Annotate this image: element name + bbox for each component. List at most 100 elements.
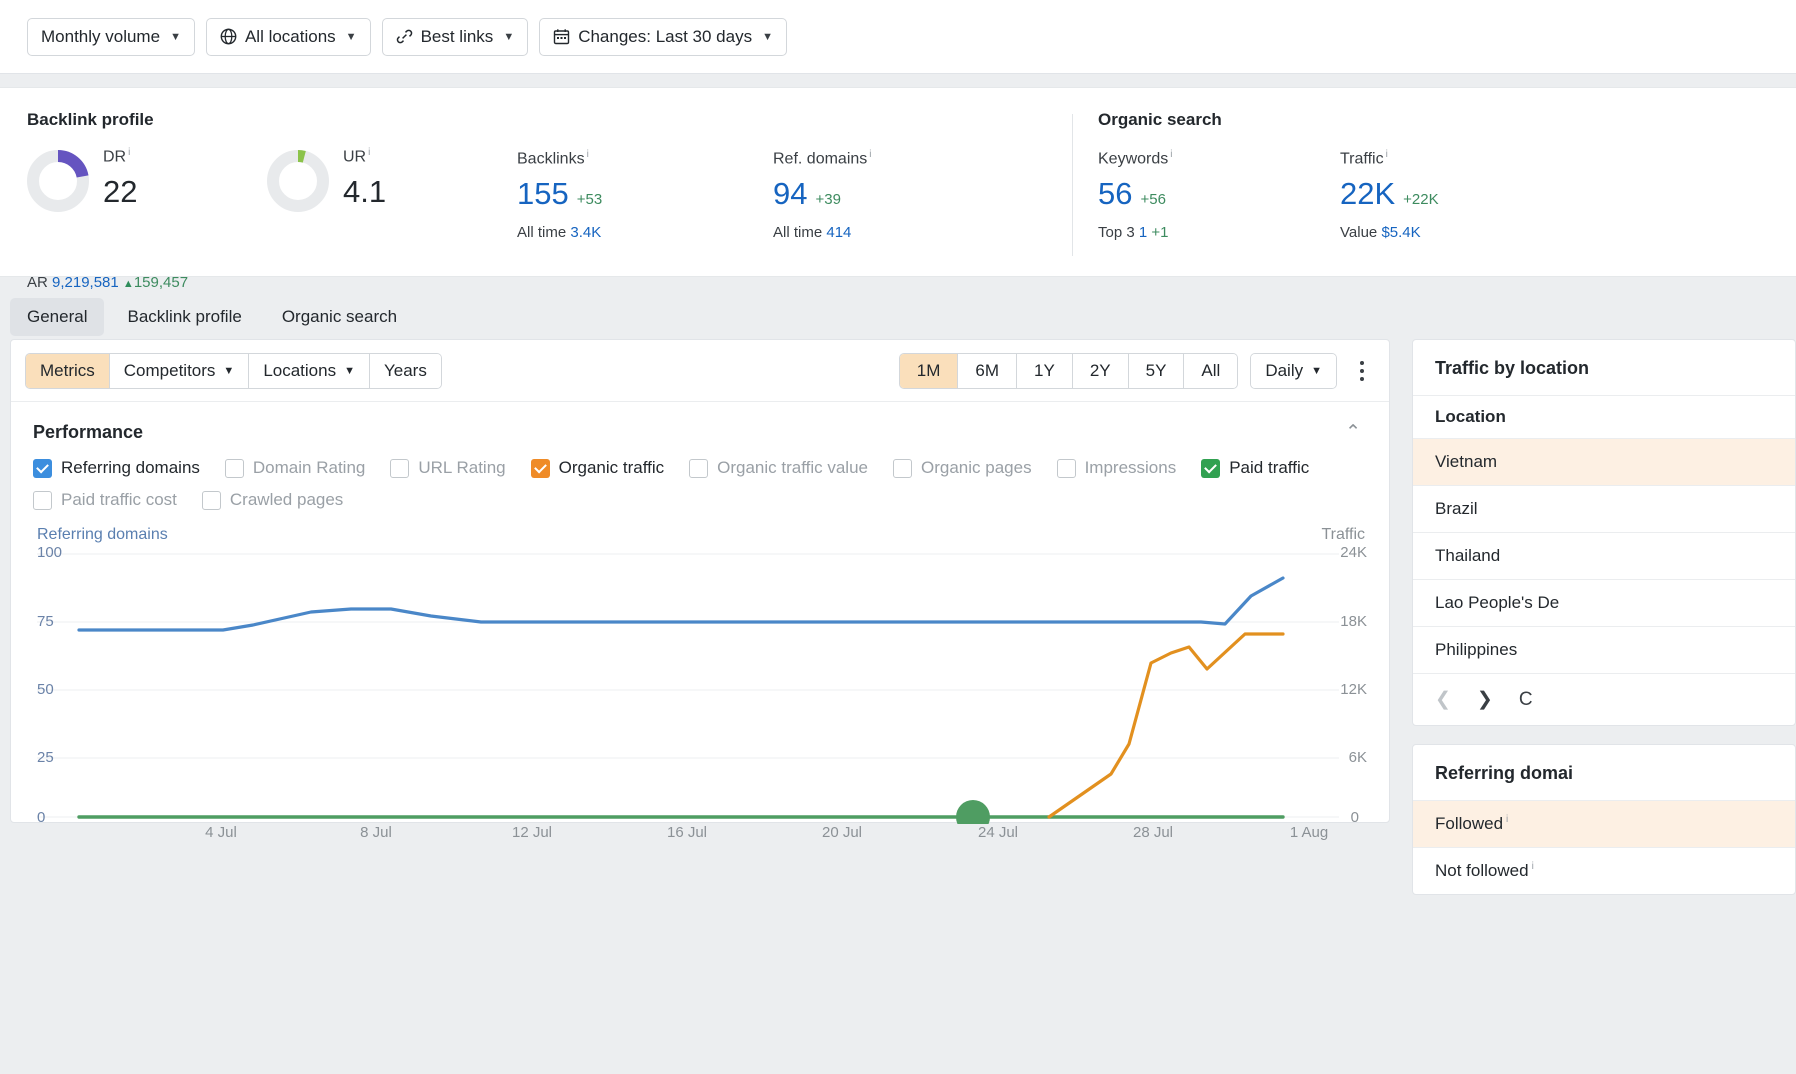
info-icon[interactable]: i [869, 149, 871, 160]
chevron-up-icon[interactable]: ⌃ [1345, 421, 1367, 444]
checkbox-url-rating[interactable] [390, 458, 410, 478]
ref-domains-alltime: All time 414 [773, 223, 852, 241]
y-left-tick-0: 0 [37, 809, 46, 826]
legend-crawled-pages[interactable]: Crawled pages [201, 490, 343, 510]
granularity-select[interactable]: Daily ▼ [1250, 352, 1337, 389]
range-1y[interactable]: 1Y [1017, 353, 1073, 388]
keywords-value-row: 56 +56 [1098, 176, 1340, 212]
chart-view-years[interactable]: Years [369, 353, 441, 388]
location-row-lao[interactable]: Lao People's De [1413, 579, 1795, 626]
chart-view-competitors[interactable]: Competitors ▼ [109, 353, 250, 388]
kebab-menu-icon[interactable] [1349, 356, 1375, 386]
checkbox-organic-traffic[interactable] [530, 458, 550, 478]
performance-column: Metrics Competitors ▼ Locations ▼ Years 1M… [10, 339, 1390, 841]
legend-organic-traffic[interactable]: Organic traffic [530, 458, 664, 478]
changes-period-filter[interactable]: Changes: Last 30 days ▼ [539, 17, 787, 56]
checkbox-organic-pages[interactable] [893, 458, 912, 478]
checkbox-paid-traffic-cost[interactable] [33, 490, 52, 510]
keywords-delta: +56 [1140, 191, 1166, 209]
traffic-metric: Traffic i 22K +22K Value $5.4K [1340, 148, 1590, 241]
legend-organic-pages[interactable]: Organic pages [893, 458, 1032, 478]
legend-impressions[interactable]: Impressions [1056, 458, 1176, 478]
chart-view-locations[interactable]: Locations ▼ [249, 353, 370, 388]
section-tabs: General Backlink profile Organic search [0, 277, 1796, 339]
checkbox-crawled-pages[interactable] [201, 490, 221, 510]
location-row-philippines[interactable]: Philippines [1413, 626, 1795, 673]
checkbox-impressions[interactable] [1056, 458, 1076, 478]
link-icon [396, 28, 413, 45]
best-links-filter[interactable]: Best links ▼ [381, 17, 529, 56]
ref-domains-value[interactable]: 94 [773, 176, 807, 212]
info-icon[interactable]: i [368, 147, 370, 158]
checkbox-domain-rating[interactable] [224, 458, 244, 478]
y-right-tick-12k: 12K [1340, 681, 1367, 698]
all-locations-label: All locations [244, 26, 336, 46]
legend-url-rating[interactable]: URL Rating [390, 458, 506, 478]
info-icon[interactable]: i [1532, 861, 1534, 872]
info-icon[interactable]: i [128, 147, 130, 158]
location-column-header: Location [1413, 395, 1795, 438]
referring-row-not-followed[interactable]: Not followed i [1413, 847, 1795, 894]
legend-organic-traffic-value[interactable]: Organic traffic value [689, 458, 868, 478]
location-pager-more[interactable]: C [1519, 689, 1533, 711]
legend-referring-domains[interactable]: Referring domains [33, 458, 200, 478]
granularity-label: Daily [1265, 360, 1304, 380]
chart-toolbar: Metrics Competitors ▼ Locations ▼ Years 1M… [11, 340, 1389, 402]
chart-view-metrics[interactable]: Metrics [26, 353, 110, 388]
info-icon[interactable]: i [1386, 149, 1388, 160]
tab-general[interactable]: General [10, 297, 105, 336]
ar-metric: AR 9,219,581 ▲159,457 [27, 274, 189, 291]
tab-backlink-profile[interactable]: Backlink profile [110, 298, 258, 336]
ref-domains-value-row: 94 +39 [773, 176, 1029, 212]
range-1m[interactable]: 1M [899, 353, 959, 388]
performance-chart[interactable]: 100 75 50 25 0 24K 18K 12K 6K 0 4 Jul 8 … [11, 544, 1389, 841]
range-all[interactable]: All [1184, 353, 1238, 388]
referring-row-followed[interactable]: Followed i [1413, 800, 1795, 847]
x-tick-1: 8 Jul [360, 824, 392, 841]
organic-search-title: Organic search [1098, 110, 1222, 129]
keywords-label: Keywords i [1098, 149, 1173, 168]
range-6m[interactable]: 6M [958, 353, 1018, 388]
ref-domains-label: Ref. domains i [773, 149, 872, 168]
chevron-right-icon[interactable]: ❯ [1477, 688, 1493, 711]
backlinks-value-row: 155 +53 [517, 176, 773, 212]
info-icon[interactable]: i [1506, 814, 1508, 825]
range-2y[interactable]: 2Y [1072, 353, 1129, 388]
monthly-volume-filter[interactable]: Monthly volume ▼ [27, 17, 195, 56]
backlinks-metric: Backlinks i 155 +53 All time 3.4K [517, 148, 773, 241]
time-range-segmented: 1M 6M 1Y 2Y 5Y All [898, 352, 1239, 389]
dr-value: 22 [103, 174, 138, 210]
top-filter-bar: Monthly volume ▼ All locations ▼ Best li… [0, 0, 1796, 74]
location-row-vietnam[interactable]: Vietnam [1413, 438, 1795, 485]
all-locations-filter[interactable]: All locations ▼ [205, 17, 371, 56]
chevron-down-icon: ▼ [170, 30, 181, 43]
axis-captions: Referring domains Traffic [11, 510, 1389, 544]
legend-paid-traffic-cost[interactable]: Paid traffic cost [33, 490, 177, 510]
checkbox-paid-traffic[interactable] [1201, 458, 1221, 478]
performance-panel: Metrics Competitors ▼ Locations ▼ Years 1M… [10, 339, 1390, 841]
checkbox-organic-traffic-value[interactable] [689, 458, 709, 478]
legend-paid-traffic[interactable]: Paid traffic [1201, 458, 1309, 478]
tab-organic-search[interactable]: Organic search [265, 298, 414, 336]
keywords-value[interactable]: 56 [1098, 176, 1132, 212]
x-tick-0: 4 Jul [205, 824, 237, 841]
location-row-brazil[interactable]: Brazil [1413, 485, 1795, 532]
checkbox-referring-domains[interactable] [33, 458, 52, 478]
legend-domain-rating[interactable]: Domain Rating [224, 458, 365, 478]
ar-value: 9,219,581 [52, 274, 119, 291]
location-pager: ❮ ❯ C [1413, 673, 1795, 725]
traffic-value[interactable]: 22K [1340, 176, 1395, 212]
content-area: Metrics Competitors ▼ Locations ▼ Years 1M… [0, 339, 1796, 895]
chevron-down-icon: ▼ [345, 30, 357, 43]
chart-svg [37, 553, 1339, 824]
location-row-thailand[interactable]: Thailand [1413, 532, 1795, 579]
y-left-tick-50: 50 [37, 681, 54, 698]
referring-domains-panel: Referring domai Followed i Not followed i [1412, 744, 1796, 895]
info-icon[interactable]: i [1170, 149, 1172, 160]
y-right-tick-6k: 6K [1348, 749, 1367, 766]
range-5y[interactable]: 5Y [1128, 353, 1185, 388]
backlinks-value[interactable]: 155 [517, 176, 569, 212]
chevron-left-icon[interactable]: ❮ [1435, 688, 1451, 711]
info-icon[interactable]: i [587, 149, 589, 160]
ur-label: UR i [343, 147, 371, 166]
